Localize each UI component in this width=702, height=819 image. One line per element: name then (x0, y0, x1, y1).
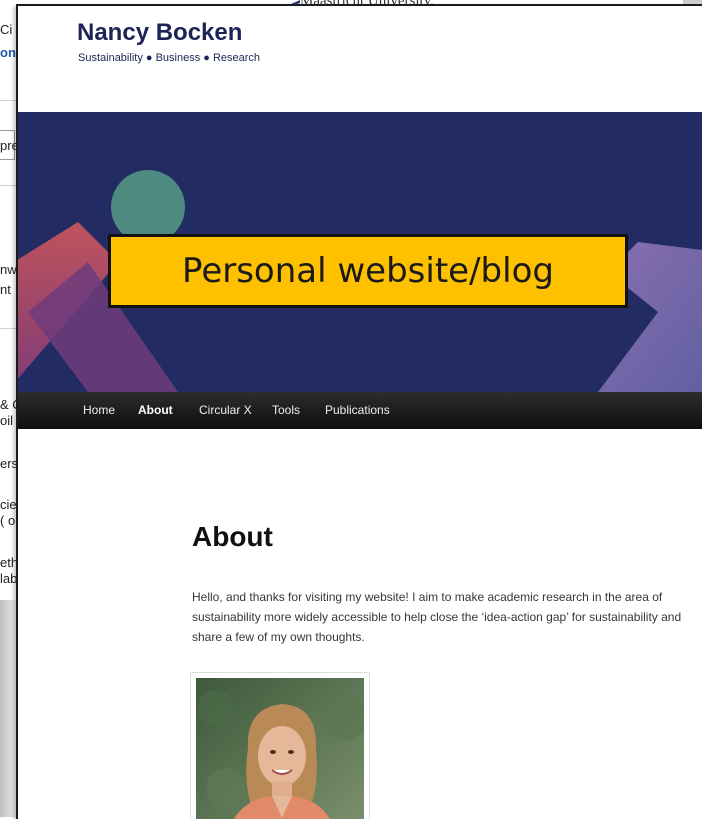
background-shadow (0, 600, 16, 817)
site-header: Nancy Bocken Sustainability ● Business ●… (18, 6, 702, 112)
nav-item-publications[interactable]: Publications (325, 403, 390, 417)
callout-label: Personal website/blog (182, 251, 554, 291)
nav-item-circular-x[interactable]: Circular X (199, 403, 252, 417)
annotation-callout: Personal website/blog (108, 234, 628, 308)
background-text-fragment: Ci (0, 22, 13, 37)
site-title[interactable]: Nancy Bocken (77, 19, 242, 47)
main-content: About Hello, and thanks for visiting my … (18, 429, 702, 819)
nav-item-tools[interactable]: Tools (272, 403, 300, 417)
website-screenshot: Nancy Bocken Sustainability ● Business ●… (16, 4, 702, 819)
teal-circle-shape (111, 170, 185, 244)
background-text-fragment: oil (0, 413, 14, 428)
background-text-fragment: lab (0, 571, 18, 586)
background-text-fragment: nw (0, 262, 17, 277)
background-text-fragment: ( o (0, 513, 16, 528)
profile-photo (190, 672, 370, 819)
site-tagline: Sustainability ● Business ● Research (78, 52, 261, 64)
portrait-photo-icon (196, 678, 364, 819)
page-title: About (192, 521, 273, 552)
intro-paragraph: Hello, and thanks for visiting my websit… (192, 590, 682, 644)
background-text-fragment: nt (0, 282, 11, 297)
background-text-fragment: cie (0, 497, 17, 512)
main-nav: Home About Circular X Tools Publications (18, 392, 702, 429)
nav-item-about[interactable]: About (138, 403, 173, 417)
nav-item-home[interactable]: Home (83, 403, 115, 417)
